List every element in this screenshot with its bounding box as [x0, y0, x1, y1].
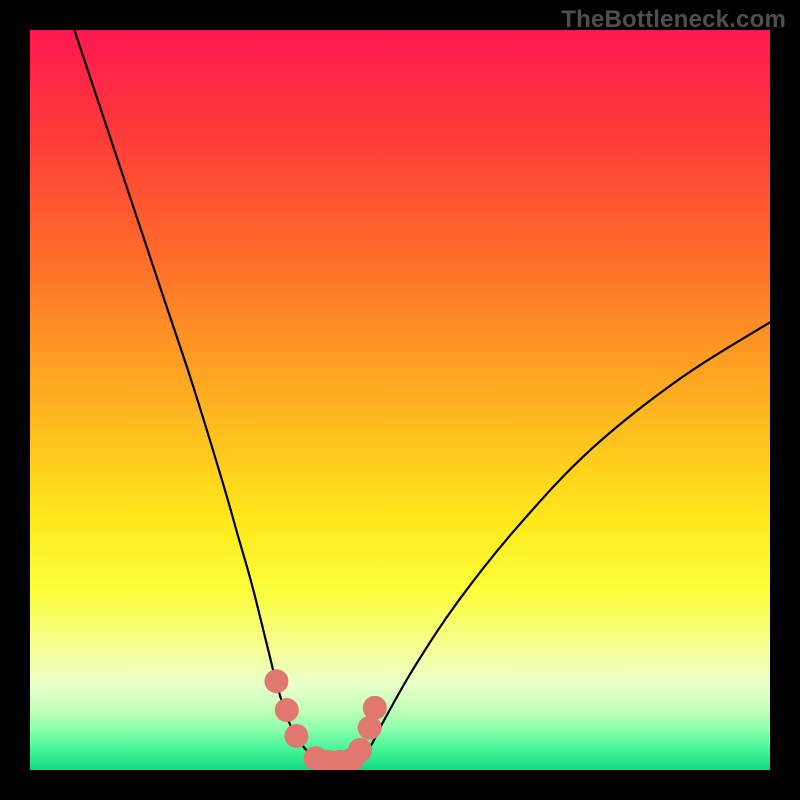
- data-marker: [275, 698, 299, 722]
- bottleneck-curve: [74, 30, 770, 764]
- plot-area: [30, 30, 770, 770]
- curve-layer: [30, 30, 770, 770]
- data-marker: [348, 738, 372, 762]
- watermark-text: TheBottleneck.com: [561, 6, 786, 34]
- data-marker: [358, 716, 382, 740]
- data-marker: [363, 696, 387, 720]
- chart-frame: TheBottleneck.com: [0, 0, 800, 800]
- data-marker: [284, 724, 308, 748]
- data-marker: [264, 669, 288, 693]
